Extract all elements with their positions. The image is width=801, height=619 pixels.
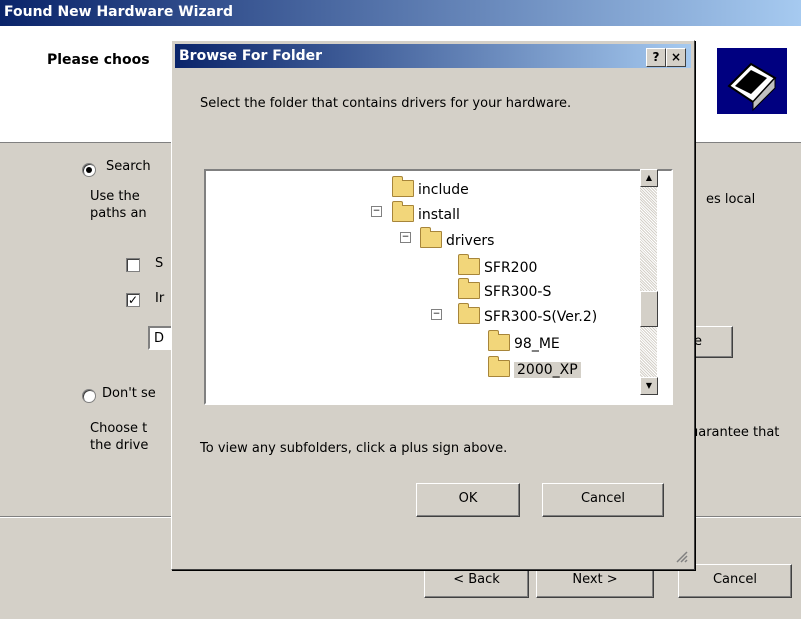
hardware-icon	[717, 48, 787, 114]
search-description-tail: es local	[706, 192, 756, 207]
collapse-icon[interactable]: −	[371, 206, 382, 217]
dont-search-label: Don't se	[102, 386, 156, 401]
dont-search-description-line2: the drive	[90, 438, 149, 453]
dont-search-description-tail: uarantee that	[690, 425, 780, 440]
folder-icon	[458, 278, 480, 299]
folder-icon	[392, 201, 414, 222]
collapse-icon[interactable]: −	[400, 232, 411, 243]
tree-item-include[interactable]: include	[392, 176, 469, 199]
tree-item-sfr300-s[interactable]: SFR300-S	[458, 278, 552, 301]
search-radio[interactable]	[82, 163, 96, 177]
ok-button[interactable]: OK	[416, 483, 520, 517]
tree-item-label: SFR300-S(Ver.2)	[484, 309, 598, 325]
wizard-cancel-button[interactable]: Cancel	[678, 564, 792, 598]
help-button[interactable]: ?	[646, 48, 666, 67]
search-removable-label: S	[155, 256, 164, 271]
folder-icon	[488, 330, 510, 351]
collapse-icon[interactable]: −	[431, 309, 442, 320]
scroll-up-icon[interactable]: ▲	[640, 169, 658, 187]
search-removable-checkbox[interactable]	[126, 258, 140, 272]
folder-icon	[458, 303, 480, 324]
folder-icon	[420, 227, 442, 248]
browse-instruction: Select the folder that contains drivers …	[200, 96, 572, 111]
scroll-thumb[interactable]	[640, 291, 658, 327]
search-description-line1: Use the	[90, 189, 140, 204]
browse-title-bar[interactable]: Browse For Folder ? ×	[175, 44, 691, 68]
browse-for-folder-dialog: Browse For Folder ? × Select the folder …	[171, 40, 695, 570]
browse-hint: To view any subfolders, click a plus sig…	[200, 441, 508, 456]
tree-item-label: drivers	[446, 233, 495, 249]
path-input[interactable]: D	[148, 326, 173, 350]
resize-grip-icon[interactable]	[674, 549, 688, 563]
tree-item-label: SFR200	[484, 260, 538, 276]
tree-item-sfr200[interactable]: SFR200	[458, 254, 538, 277]
tree-item-label: include	[418, 182, 469, 198]
wizard-heading: Please choos	[47, 52, 150, 68]
tree-item-label: SFR300-S	[484, 284, 552, 300]
folder-icon	[458, 254, 480, 275]
folder-tree[interactable]: include − install − drivers SFR200 SFR30…	[204, 169, 673, 405]
close-button[interactable]: ×	[666, 48, 686, 67]
tree-item-sfr300-s-ver2[interactable]: SFR300-S(Ver.2)	[458, 303, 598, 326]
folder-icon	[488, 356, 510, 377]
browse-cancel-button[interactable]: Cancel	[542, 483, 664, 517]
browse-button[interactable]: e	[693, 326, 733, 358]
tree-item-label-selected: 2000_XP	[514, 362, 581, 378]
tree-item-drivers[interactable]: drivers	[420, 227, 495, 250]
tree-scrollbar[interactable]: ▲ ▼	[640, 169, 658, 395]
wizard-title: Found New Hardware Wizard	[4, 4, 233, 20]
tree-item-2000-xp[interactable]: 2000_XP	[488, 356, 581, 379]
scroll-down-icon[interactable]: ▼	[640, 377, 658, 395]
tree-item-install[interactable]: install	[392, 201, 460, 224]
include-location-checkbox[interactable]: ✓	[126, 293, 140, 307]
include-location-label: Ir	[155, 291, 165, 306]
folder-icon	[392, 176, 414, 197]
dont-search-description-line1: Choose t	[90, 421, 148, 436]
path-input-value: D	[154, 331, 165, 346]
browse-button-label: e	[694, 334, 702, 349]
tree-item-label: 98_ME	[514, 336, 560, 352]
tree-item-label: install	[418, 207, 460, 223]
tree-item-98-me[interactable]: 98_ME	[488, 330, 560, 353]
search-option-label: Search	[106, 159, 151, 174]
wizard-title-bar[interactable]: Found New Hardware Wizard	[0, 0, 801, 26]
search-description-line2: paths an	[90, 206, 147, 221]
dont-search-radio[interactable]	[82, 389, 96, 403]
browse-title: Browse For Folder	[179, 48, 323, 64]
